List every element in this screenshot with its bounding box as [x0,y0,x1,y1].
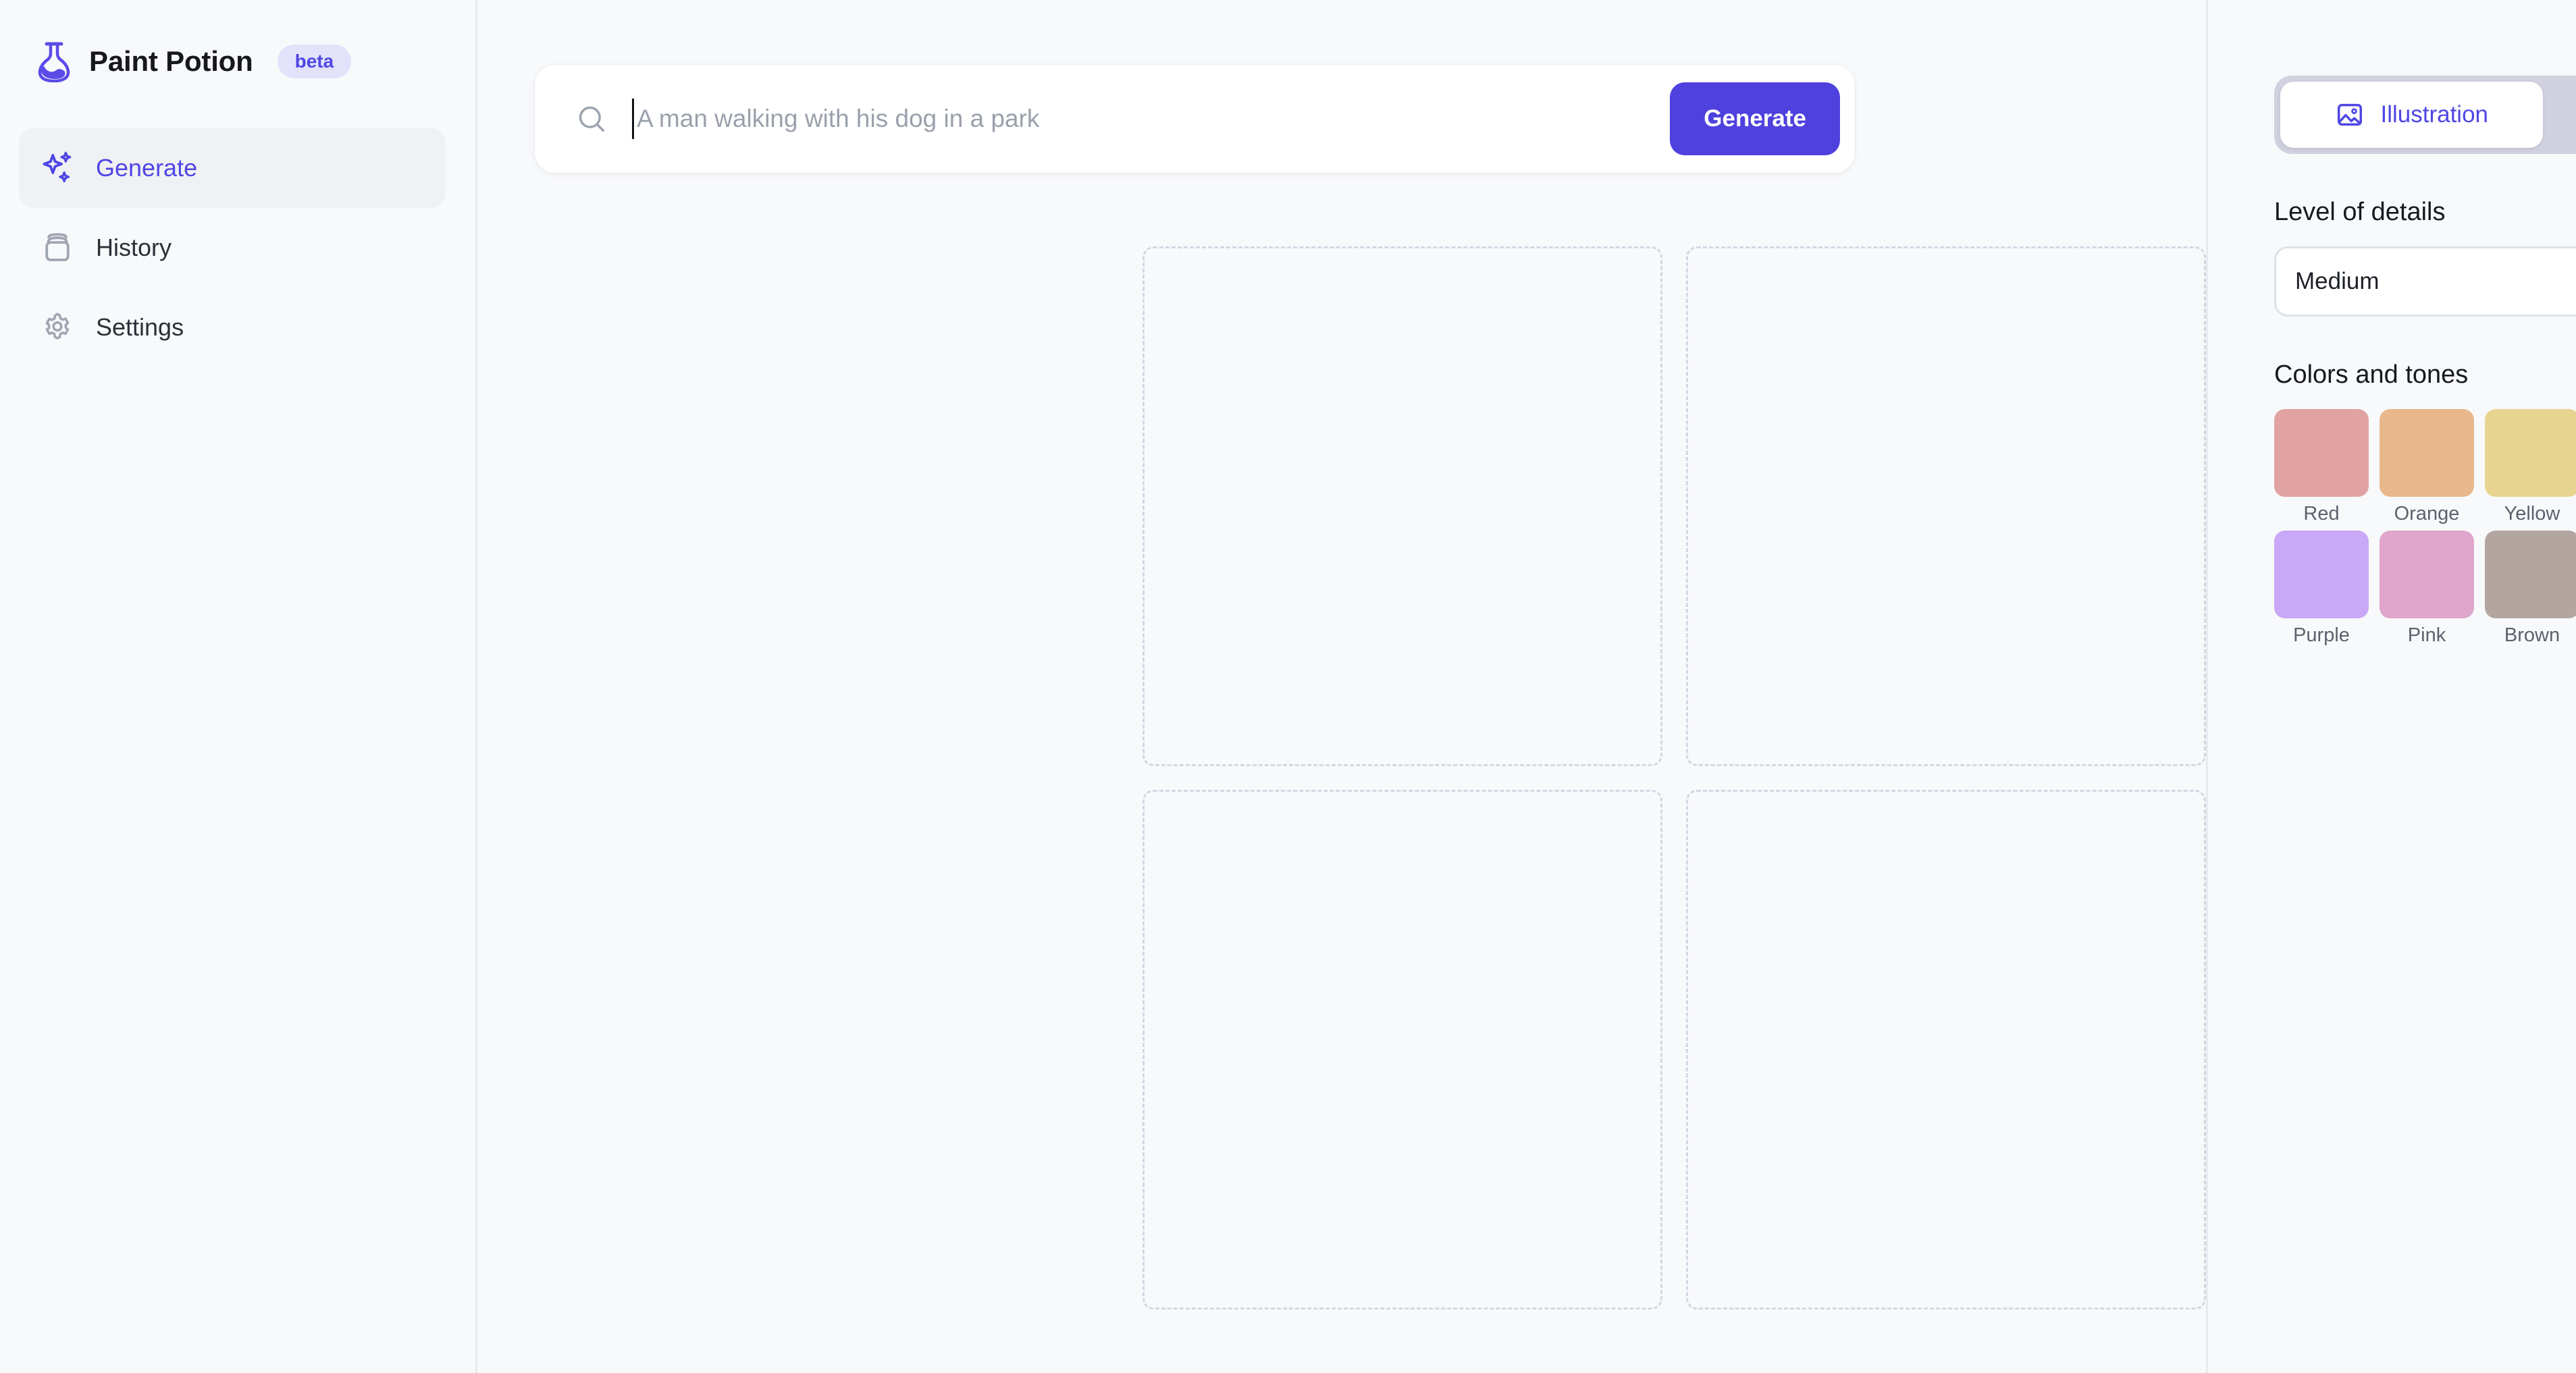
color-swatch-grid: Red Orange Yellow Green Blue Purple [2274,409,2576,647]
swatch-label: Purple [2293,624,2350,646]
swatch-chip[interactable] [2274,409,2369,497]
level-of-details-select[interactable]: Medium [2274,246,2576,317]
sidebar-item-history[interactable]: History [19,208,446,288]
sidebar-item-settings[interactable]: Settings [19,288,446,367]
color-swatch-brown[interactable]: Brown [2485,531,2576,647]
sidebar-item-label: History [96,234,172,261]
results-grid [1142,246,2206,1310]
swatch-chip[interactable] [2485,409,2576,497]
color-swatch-purple[interactable]: Purple [2274,531,2369,647]
sidebar-item-generate[interactable]: Generate [19,128,446,208]
brand: Paint Potion beta [0,0,475,96]
result-card-placeholder[interactable] [1142,246,1662,766]
sidebar-nav: Generate History Settings [0,96,475,367]
level-of-details-title: Level of details [2274,198,2446,226]
colors-and-tones-title: Colors and tones [2274,360,2469,389]
swatch-chip[interactable] [2485,531,2576,618]
options-panel: Illustration Logo Level of details Mediu… [2208,0,2576,1373]
gear-icon [39,309,76,346]
level-of-details-select-wrap: Medium [2274,246,2576,317]
swatch-label: Brown [2504,624,2560,646]
result-card-placeholder[interactable] [1686,246,2206,766]
sidebar-item-label: Settings [96,313,184,341]
result-card-placeholder[interactable] [1686,790,2206,1310]
sidebar-item-label: Generate [96,154,198,182]
sidebar: Paint Potion beta Generate History Setti… [0,0,477,1373]
generate-button[interactable]: Generate [1670,82,1840,155]
swatch-label: Pink [2407,624,2446,646]
swatch-chip[interactable] [2274,531,2369,618]
search-icon [574,101,609,136]
swatch-label: Red [2303,503,2340,524]
brand-name: Paint Potion [89,45,253,77]
main-content: A man walking with his dog in a park Gen… [477,0,2208,1373]
swatch-label: Orange [2394,503,2460,524]
tab-label: Illustration [2380,101,2489,128]
archive-box-icon [39,230,76,266]
color-swatch-orange[interactable]: Orange [2380,409,2474,525]
app-root: Paint Potion beta Generate History Setti… [0,0,2576,1373]
swatch-label: Yellow [2504,503,2560,524]
tab-logo[interactable]: Logo [2543,82,2576,148]
color-swatch-pink[interactable]: Pink [2380,531,2474,647]
swatch-chip[interactable] [2380,409,2474,497]
result-card-placeholder[interactable] [1142,790,1662,1310]
swatch-chip[interactable] [2380,531,2474,618]
level-of-details-value: Medium [2295,268,2380,294]
prompt-input[interactable]: A man walking with his dog in a park [632,95,1670,142]
text-caret [632,99,634,139]
image-icon [2334,99,2365,130]
beta-badge: beta [277,45,352,78]
color-swatch-yellow[interactable]: Yellow [2485,409,2576,525]
type-segmented-control: Illustration Logo [2274,76,2576,154]
potion-flask-icon [35,41,74,83]
tab-illustration[interactable]: Illustration [2280,82,2543,148]
prompt-placeholder: A man walking with his dog in a park [637,105,1040,132]
prompt-bar: A man walking with his dog in a park Gen… [535,65,1855,173]
sparkles-icon [39,150,76,186]
color-swatch-red[interactable]: Red [2274,409,2369,525]
